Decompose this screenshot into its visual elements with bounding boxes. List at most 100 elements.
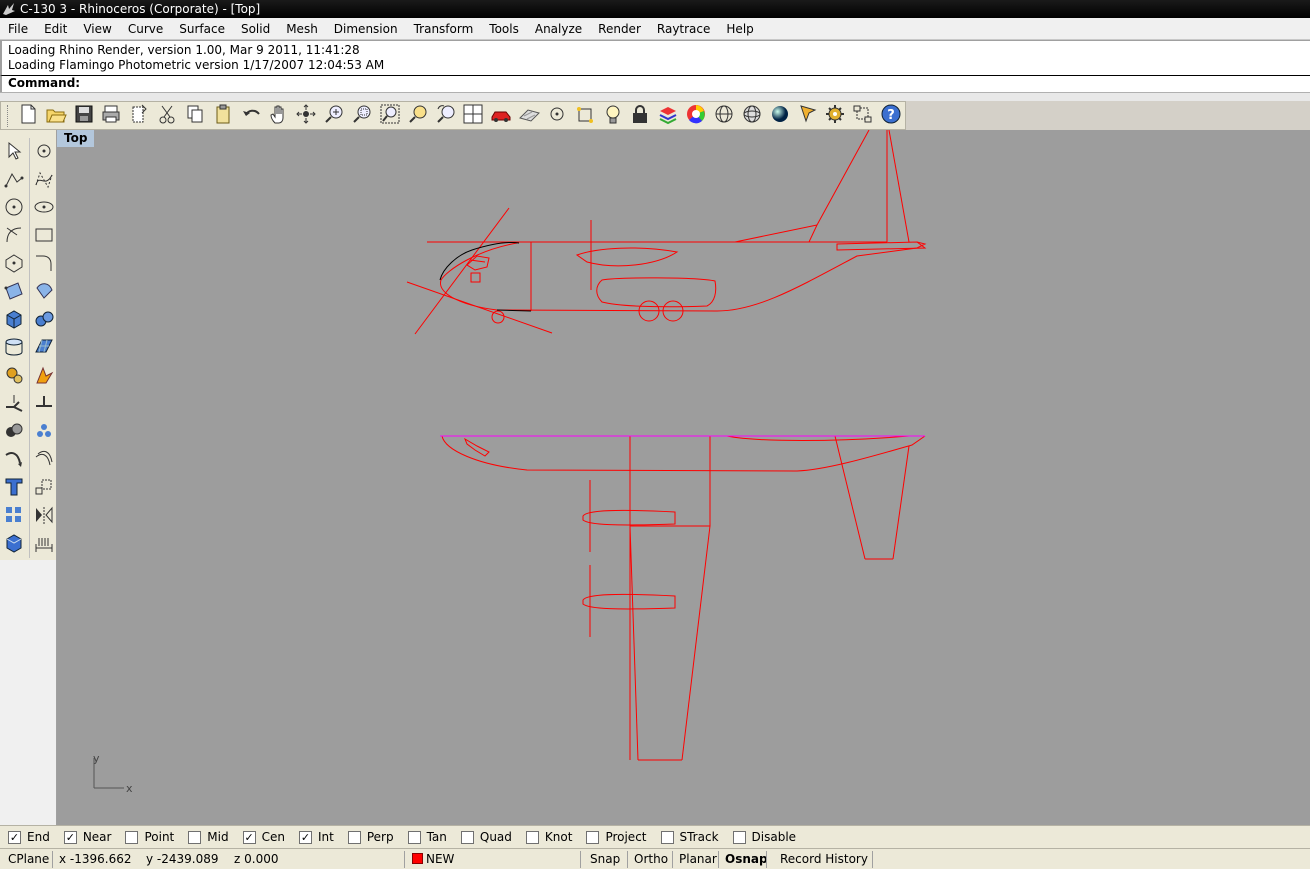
offset-curve-button[interactable] — [30, 446, 58, 474]
open-button[interactable] — [42, 103, 70, 129]
paste-button[interactable] — [209, 103, 237, 129]
mirror-button[interactable] — [30, 502, 58, 530]
record-history-toggle[interactable]: Record History — [780, 849, 868, 869]
menu-solid[interactable]: Solid — [233, 19, 278, 39]
osnap-checkbox[interactable] — [586, 830, 600, 844]
polygon-button[interactable] — [0, 250, 28, 278]
cplane-indicator[interactable]: CPlane — [8, 849, 49, 869]
osnap-strack[interactable]: STrack — [660, 830, 719, 844]
osnap-checkbox[interactable] — [525, 830, 539, 844]
rotate-view-button[interactable] — [292, 103, 320, 129]
osnap-checkbox[interactable] — [125, 830, 139, 844]
undo-view-button[interactable] — [432, 103, 460, 129]
split-button[interactable] — [0, 390, 28, 418]
copy-button[interactable] — [181, 103, 209, 129]
explode-button[interactable] — [30, 362, 58, 390]
cut-button[interactable] — [153, 103, 181, 129]
menu-edit[interactable]: Edit — [36, 19, 75, 39]
plane-button[interactable] — [515, 103, 543, 129]
menu-dimension[interactable]: Dimension — [326, 19, 406, 39]
boolean-button[interactable] — [0, 418, 28, 446]
box-button[interactable] — [0, 306, 28, 334]
import-button[interactable] — [125, 103, 153, 129]
text-button[interactable] — [0, 474, 28, 502]
sphere-group-button[interactable] — [30, 306, 58, 334]
toolbar-grip[interactable] — [7, 104, 11, 127]
history-button[interactable] — [849, 103, 877, 129]
osnap-tan[interactable]: Tan — [407, 830, 447, 844]
zoom-extents-button[interactable] — [376, 103, 404, 129]
circle-button[interactable] — [0, 194, 28, 222]
curve-button[interactable] — [30, 166, 58, 194]
osnap-toggle[interactable]: Osnap — [725, 849, 768, 869]
save-button[interactable] — [70, 103, 98, 129]
point-button[interactable] — [543, 103, 571, 129]
osnap-point[interactable]: Point — [125, 830, 174, 844]
trim-button[interactable] — [30, 390, 58, 418]
osnap-perp[interactable]: Perp — [347, 830, 394, 844]
viewport-top[interactable]: y x Top — [57, 130, 1310, 825]
select-arrow-button[interactable] — [0, 138, 28, 166]
osnap-disable[interactable]: Disable — [732, 830, 796, 844]
osnap-checkbox[interactable] — [407, 830, 421, 844]
menu-mesh[interactable]: Mesh — [278, 19, 326, 39]
osnap-knot[interactable]: Knot — [525, 830, 572, 844]
ellipse-button[interactable] — [30, 194, 58, 222]
osnap-checkbox[interactable]: ✓ — [242, 830, 256, 844]
current-layer[interactable]: NEW — [412, 849, 454, 869]
command-line[interactable]: Command: — [0, 75, 1310, 92]
snap-toggle[interactable]: Snap — [590, 849, 620, 869]
zoom-window-button[interactable] — [348, 103, 376, 129]
zoom-dynamic-button[interactable] — [320, 103, 348, 129]
move-curve-button[interactable] — [0, 446, 28, 474]
zoom-selected-button[interactable] — [404, 103, 432, 129]
group-button[interactable] — [30, 418, 58, 446]
array-button[interactable] — [0, 502, 28, 530]
menu-analyze[interactable]: Analyze — [527, 19, 590, 39]
help-button[interactable]: ? — [877, 103, 905, 129]
osnap-checkbox[interactable]: ✓ — [63, 830, 77, 844]
arc-button[interactable] — [0, 222, 28, 250]
osnap-checkbox[interactable] — [460, 830, 474, 844]
command-input[interactable] — [84, 76, 1235, 90]
osnap-quad[interactable]: Quad — [460, 830, 512, 844]
osnap-checkbox[interactable] — [188, 830, 202, 844]
scale-button[interactable] — [30, 474, 58, 502]
osnap-int[interactable]: ✓ Int — [298, 830, 334, 844]
model-drawing[interactable]: y x — [57, 130, 1310, 825]
osnap-near[interactable]: ✓ Near — [63, 830, 111, 844]
planar-surface-button[interactable] — [30, 334, 58, 362]
menu-transform[interactable]: Transform — [406, 19, 482, 39]
ortho-toggle[interactable]: Ortho — [634, 849, 668, 869]
transform-gears-button[interactable] — [0, 362, 28, 390]
rendered-sphere-button[interactable] — [766, 103, 794, 129]
point-button[interactable] — [30, 138, 58, 166]
osnap-checkbox[interactable] — [347, 830, 361, 844]
menu-render[interactable]: Render — [590, 19, 649, 39]
cylinder-button[interactable] — [0, 334, 28, 362]
osnap-checkbox[interactable]: ✓ — [8, 830, 21, 844]
light-button[interactable] — [599, 103, 627, 129]
new-button[interactable] — [14, 103, 42, 129]
grid-sphere-button[interactable] — [738, 103, 766, 129]
snap-points-button[interactable] — [571, 103, 599, 129]
osnap-mid[interactable]: Mid — [188, 830, 229, 844]
color-wheel-button[interactable] — [682, 103, 710, 129]
menu-view[interactable]: View — [75, 19, 119, 39]
rectangle-button[interactable] — [30, 222, 58, 250]
car-render-button[interactable] — [487, 103, 515, 129]
undo-button[interactable] — [237, 103, 265, 129]
menu-help[interactable]: Help — [718, 19, 761, 39]
print-button[interactable] — [98, 103, 126, 129]
osnap-end[interactable]: ✓ End — [8, 830, 50, 844]
viewport-title-tab[interactable]: Top — [57, 130, 95, 147]
menu-tools[interactable]: Tools — [481, 19, 527, 39]
polyline-button[interactable] — [0, 166, 28, 194]
osnap-cen[interactable]: ✓ Cen — [242, 830, 285, 844]
osnap-project[interactable]: Project — [586, 830, 647, 844]
object-properties-button[interactable] — [794, 103, 822, 129]
layer-button[interactable] — [654, 103, 682, 129]
revolve-button[interactable] — [30, 278, 58, 306]
osnap-checkbox[interactable] — [660, 830, 674, 844]
surface-from-points-button[interactable] — [0, 278, 28, 306]
